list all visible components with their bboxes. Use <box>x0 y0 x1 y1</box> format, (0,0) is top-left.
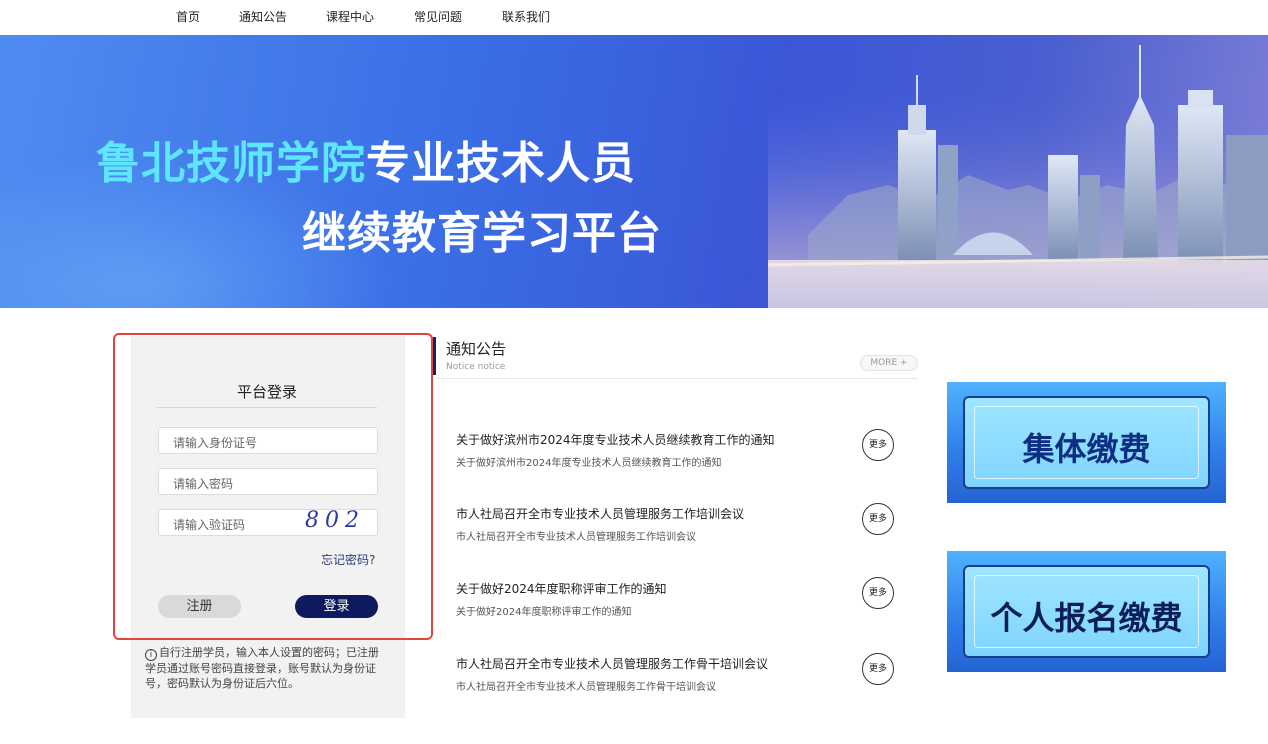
info-icon: i <box>145 649 157 661</box>
login-title: 平台登录 <box>236 383 297 401</box>
top-nav: 首页 通知公告 课程中心 常见问题 联系我们 <box>0 0 1268 35</box>
captcha-image[interactable]: 802 <box>305 508 365 533</box>
nav-item-notices[interactable]: 通知公告 <box>239 8 287 25</box>
forgot-password-link[interactable]: 忘记密码? <box>321 551 375 568</box>
notice-section-title: 通知公告 <box>446 340 507 358</box>
notice-item-summary: 市人社局召开全市专业技术人员管理服务工作骨干培训会议 <box>456 682 716 693</box>
notice-item-more-button[interactable]: 更多 <box>862 503 894 535</box>
notice-item-title[interactable]: 市人社局召开全市专业技术人员管理服务工作培训会议 <box>456 505 876 522</box>
login-button[interactable]: 登录 <box>295 595 378 618</box>
notice-item[interactable]: 关于做好2024年度职称评审工作的通知 关于做好2024年度职称评审工作的通知 <box>456 580 876 618</box>
notice-item-more-button[interactable]: 更多 <box>862 653 894 685</box>
notice-item[interactable]: 市人社局召开全市专业技术人员管理服务工作骨干培训会议 市人社局召开全市专业技术人… <box>456 655 876 693</box>
notice-section-subtitle: Notice notice <box>446 362 506 372</box>
notice-accent-bar <box>433 337 436 375</box>
banner-title-line2: 继续教育学习平台 <box>302 208 662 259</box>
banner-title-line1: 鲁北技师学院专业技术人员 <box>96 127 636 191</box>
banner-title-subject: 专业技术人员 <box>366 138 636 189</box>
notice-item-title[interactable]: 关于做好2024年度职称评审工作的通知 <box>456 580 876 597</box>
notice-item[interactable]: 市人社局召开全市专业技术人员管理服务工作培训会议 市人社局召开全市专业技术人员管… <box>456 505 876 543</box>
notice-item-more-button[interactable]: 更多 <box>862 429 894 461</box>
nav-item-courses[interactable]: 课程中心 <box>326 8 374 25</box>
notice-more-button[interactable]: MORE + <box>860 355 918 371</box>
id-number-input[interactable]: 请输入身份证号 <box>158 427 378 454</box>
group-payment-button[interactable]: 集体缴费 <box>947 382 1226 503</box>
nav-item-contact[interactable]: 联系我们 <box>502 8 550 25</box>
banner-title-school: 鲁北技师学院 <box>96 138 366 189</box>
group-payment-label: 集体缴费 <box>1022 430 1151 468</box>
notice-item-title[interactable]: 市人社局召开全市专业技术人员管理服务工作骨干培训会议 <box>456 655 876 672</box>
individual-payment-button[interactable]: 个人报名缴费 <box>947 551 1226 672</box>
individual-payment-label: 个人报名缴费 <box>990 599 1183 637</box>
password-input[interactable]: 请输入密码 <box>158 468 378 495</box>
login-divider <box>157 407 377 408</box>
nav-item-home[interactable]: 首页 <box>176 8 200 25</box>
notice-item-summary: 关于做好2024年度职称评审工作的通知 <box>456 607 632 618</box>
notice-item-more-button[interactable]: 更多 <box>862 577 894 609</box>
login-hint-text: 自行注册学员，输入本人设置的密码；已注册学员通过账号密码直接登录，账号默认为身份… <box>145 646 379 690</box>
notice-item-title[interactable]: 关于做好滨州市2024年度专业技术人员继续教育工作的通知 <box>456 431 876 448</box>
notice-item[interactable]: 关于做好滨州市2024年度专业技术人员继续教育工作的通知 关于做好滨州市2024… <box>456 431 876 469</box>
login-hint: i 自行注册学员，输入本人设置的密码；已注册学员通过账号密码直接登录，账号默认为身… <box>145 645 385 691</box>
city-skyline-illustration <box>768 45 1268 308</box>
notice-divider <box>436 378 918 379</box>
nav-item-faq[interactable]: 常见问题 <box>414 8 462 25</box>
notice-item-summary: 关于做好滨州市2024年度专业技术人员继续教育工作的通知 <box>456 458 722 469</box>
hero-banner: 鲁北技师学院专业技术人员 继续教育学习平台 <box>0 35 1268 308</box>
register-button[interactable]: 注册 <box>158 595 241 618</box>
notice-item-summary: 市人社局召开全市专业技术人员管理服务工作培训会议 <box>456 532 696 543</box>
